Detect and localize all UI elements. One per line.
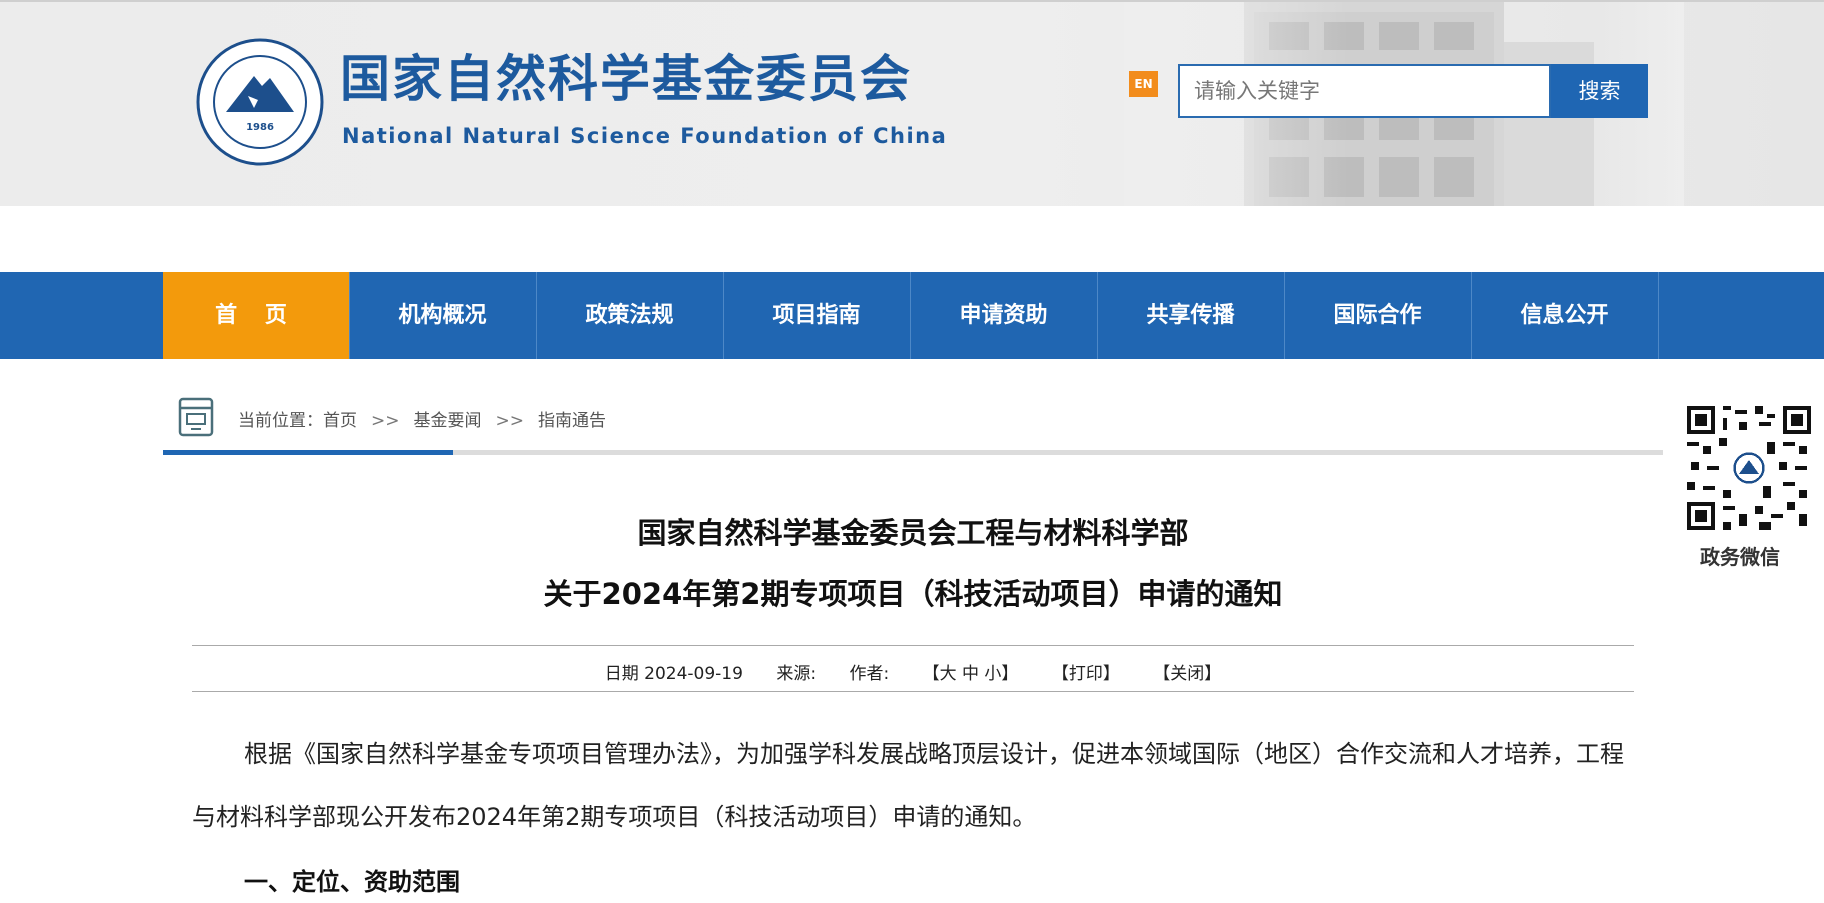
site-title-english: National Natural Science Foundation of C… (342, 124, 948, 148)
nav-item-international[interactable]: 国际合作 (1284, 272, 1470, 359)
location-book-icon (178, 397, 214, 437)
svg-text:1986: 1986 (246, 122, 274, 133)
breadcrumb-prefix: 当前位置： (238, 411, 323, 431)
search-button[interactable]: 搜索 (1551, 64, 1648, 118)
qr-code-label: 政务微信 (1700, 545, 1780, 569)
main-nav: 首 页 机构概况 政策法规 项目指南 申请资助 共享传播 国际合作 信息公开 (0, 272, 1824, 359)
nav-divider (1658, 272, 1659, 359)
article-body: 根据《国家自然科学基金专项项目管理办法》，为加强学科发展战略顶层设计，促进本领域… (192, 723, 1634, 849)
nav-item-share[interactable]: 共享传播 (1097, 272, 1283, 359)
nav-item-disclosure[interactable]: 信息公开 (1471, 272, 1657, 359)
breadcrumb-separator: >> (371, 411, 400, 431)
close-button[interactable]: 【关闭】 (1153, 664, 1221, 684)
nav-item-about[interactable]: 机构概况 (349, 272, 535, 359)
article-title-line-2: 关于2024年第2期专项项目（科技活动项目）申请的通知 (543, 577, 1283, 611)
section-heading: 一、定位、资助范围 (244, 868, 460, 896)
breadcrumb-link-home[interactable]: 首页 (323, 411, 357, 431)
meta-divider-top (192, 645, 1634, 646)
breadcrumb-separator: >> (495, 411, 525, 431)
nav-item-guide[interactable]: 项目指南 (723, 272, 909, 359)
font-size-control[interactable]: 【大 中 小】 (923, 664, 1019, 684)
breadcrumb-link-news[interactable]: 基金要闻 (414, 411, 482, 431)
nav-item-apply[interactable]: 申请资助 (910, 272, 1096, 359)
article-paragraph: 根据《国家自然科学基金专项项目管理办法》，为加强学科发展战略顶层设计，促进本领域… (192, 740, 1624, 831)
site-title: 国家自然科学基金委员会 (340, 50, 912, 108)
article-title-line-1: 国家自然科学基金委员会工程与材料科学部 (637, 516, 1189, 550)
source-label: 来源: (776, 664, 817, 684)
nsfc-logo-icon: 1986 (196, 38, 324, 166)
wechat-qr-code-icon[interactable] (1687, 406, 1811, 530)
site-header: 1986 国家自然科学基金委员会 National Natural Scienc… (0, 2, 1824, 206)
meta-divider-bottom (192, 691, 1634, 692)
publish-date: 日期 2024-09-19 (604, 664, 743, 684)
nav-item-home[interactable]: 首 页 (163, 272, 349, 359)
breadcrumb: 当前位置：首页 >> 基金要闻 >> 指南通告 (238, 406, 606, 431)
nav-item-policy[interactable]: 政策法规 (536, 272, 722, 359)
article-meta: 日期 2024-09-19 来源: 作者: 【大 中 小】 【打印】 【关闭】 (192, 659, 1634, 684)
search-input[interactable] (1178, 64, 1551, 118)
english-version-button[interactable]: EN (1129, 71, 1158, 97)
breadcrumb-divider-accent (163, 450, 453, 455)
breadcrumb-link-notice[interactable]: 指南通告 (538, 411, 606, 431)
author-label: 作者: (849, 664, 890, 684)
print-button[interactable]: 【打印】 (1052, 664, 1120, 684)
